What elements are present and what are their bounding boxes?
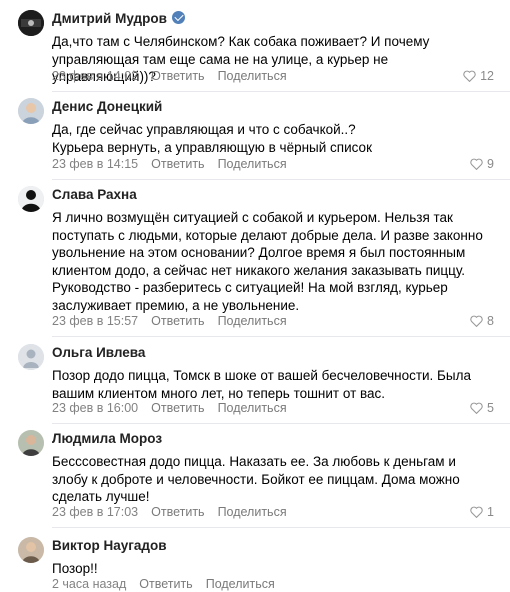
comment-meta: 23 фев в 14:02 Ответить Поделиться — [52, 68, 287, 84]
comment-meta: 23 фев в 15:57 Ответить Поделиться — [52, 313, 287, 329]
comment-author[interactable]: Людмила Мороз — [52, 430, 162, 448]
reply-button[interactable]: Ответить — [151, 504, 204, 520]
reply-button[interactable]: Ответить — [151, 156, 204, 172]
divider — [52, 179, 510, 180]
like-button[interactable]: 8 — [470, 313, 494, 329]
like-button[interactable]: 1 — [470, 504, 494, 520]
heart-icon — [470, 315, 483, 327]
like-count: 9 — [487, 157, 494, 171]
photo-avatar[interactable] — [18, 537, 44, 563]
default-user-avatar[interactable] — [18, 344, 44, 370]
comment-text: Позор додо пицца, Томск в шоке от вашей … — [52, 368, 472, 401]
comment-author[interactable]: Виктор Наугадов — [52, 537, 167, 555]
like-count: 8 — [487, 314, 494, 328]
like-button[interactable]: 5 — [470, 400, 494, 416]
like-button[interactable]: 9 — [470, 156, 494, 172]
comment-author[interactable]: Ольга Ивлева — [52, 344, 145, 362]
divider — [52, 91, 510, 92]
photo-avatar[interactable] — [18, 430, 44, 456]
heart-icon — [470, 158, 483, 170]
comment-author[interactable]: Дмитрий Мудров — [52, 10, 185, 28]
reply-button[interactable]: Ответить — [151, 313, 204, 329]
comment-text: Я лично возмущён ситуацией с собакой и к… — [52, 210, 483, 313]
divider — [52, 527, 510, 528]
like-count: 5 — [487, 401, 494, 415]
share-button[interactable]: Поделиться — [206, 576, 275, 592]
heart-icon — [463, 70, 476, 82]
comment-time[interactable]: 2 часа назад — [52, 576, 126, 592]
comment-meta: 23 фев в 17:03 Ответить Поделиться — [52, 504, 287, 520]
comment-time[interactable]: 23 фев в 15:57 — [52, 313, 138, 329]
heart-icon — [470, 402, 483, 414]
comment-text: Да, где сейчас управляющая и что с собач… — [52, 122, 372, 155]
divider — [52, 336, 510, 337]
reply-button[interactable]: Ответить — [151, 400, 204, 416]
comment-meta: 23 фев в 14:15 Ответить Поделиться — [52, 156, 287, 172]
share-button[interactable]: Поделиться — [218, 504, 287, 520]
photo-avatar[interactable] — [18, 98, 44, 124]
comment-time[interactable]: 23 фев в 16:00 — [52, 400, 138, 416]
share-button[interactable]: Поделиться — [218, 156, 287, 172]
comment-meta: 23 фев в 16:00 Ответить Поделиться — [52, 400, 287, 416]
comments-list: Дмитрий Мудров Да,что там с Челябинском?… — [0, 0, 510, 592]
comment-meta: 2 часа назад Ответить Поделиться — [52, 576, 275, 592]
divider — [52, 423, 510, 424]
comment-time[interactable]: 23 фев в 14:15 — [52, 156, 138, 172]
reply-button[interactable]: Ответить — [139, 576, 192, 592]
like-count: 1 — [487, 505, 494, 519]
person-silhouette-avatar[interactable] — [18, 186, 44, 212]
like-count: 12 — [480, 69, 494, 83]
comment-time[interactable]: 23 фев в 14:02 — [52, 68, 138, 84]
comment-author[interactable]: Слава Рахна — [52, 186, 137, 204]
comment-text: Бесссовестная додо пицца. Наказать ее. З… — [52, 454, 460, 504]
heart-icon — [470, 506, 483, 518]
share-button[interactable]: Поделиться — [218, 68, 287, 84]
like-button[interactable]: 12 — [463, 68, 494, 84]
author-name[interactable]: Дмитрий Мудров — [52, 11, 167, 26]
reply-button[interactable]: Ответить — [151, 68, 204, 84]
share-button[interactable]: Поделиться — [218, 400, 287, 416]
verified-badge-icon — [171, 11, 185, 24]
comment-text: Позор!! — [52, 561, 98, 576]
share-button[interactable]: Поделиться — [218, 313, 287, 329]
comment-time[interactable]: 23 фев в 17:03 — [52, 504, 138, 520]
dog-logo-avatar[interactable] — [18, 10, 44, 36]
comment-author[interactable]: Денис Донецкий — [52, 98, 162, 116]
